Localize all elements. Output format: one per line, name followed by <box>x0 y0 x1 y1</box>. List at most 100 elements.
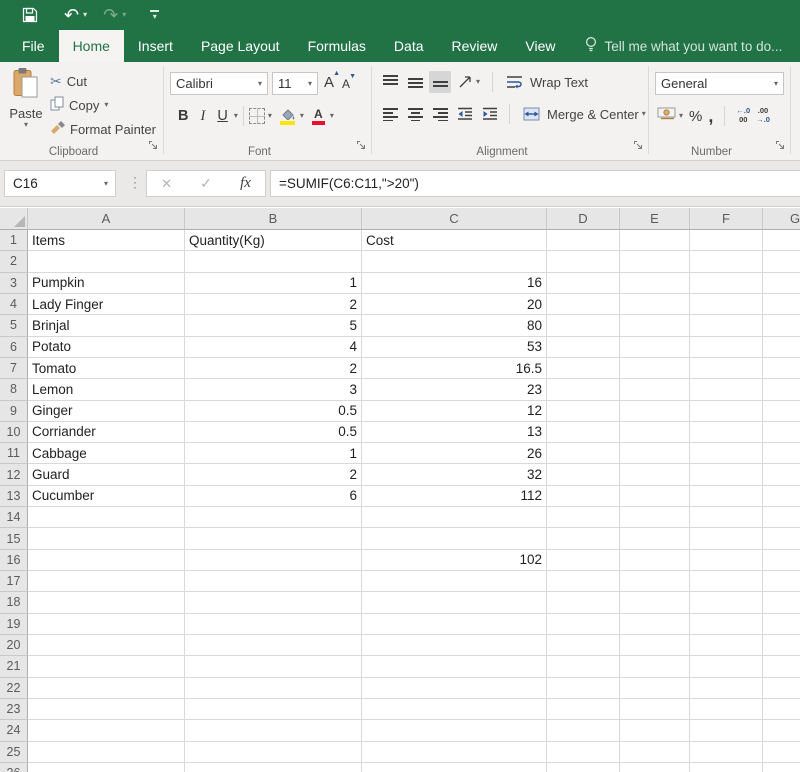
row-header-23[interactable]: 23 <box>0 698 28 721</box>
cancel-icon[interactable]: ✕ <box>161 176 172 192</box>
cell-E12[interactable] <box>620 464 690 486</box>
cell-D7[interactable] <box>547 357 620 380</box>
cell-D21[interactable] <box>547 656 620 678</box>
row-header-7[interactable]: 7 <box>0 357 28 380</box>
row-header-16[interactable]: 16 <box>0 549 28 571</box>
cell-C17[interactable] <box>362 571 547 593</box>
cell-C15[interactable] <box>362 528 547 550</box>
cell-B23[interactable] <box>185 698 362 721</box>
cell-C13[interactable]: 112 <box>362 485 547 508</box>
cell-C26[interactable] <box>362 762 547 772</box>
customize-quick-access-toolbar-icon[interactable]: ▾ <box>150 9 160 21</box>
cell-A25[interactable] <box>28 741 185 763</box>
cell-E4[interactable] <box>620 293 690 316</box>
align-bottom-icon[interactable] <box>429 71 451 93</box>
cell-D16[interactable] <box>547 549 620 571</box>
cell-F1[interactable] <box>690 230 763 252</box>
cell-E25[interactable] <box>620 741 690 763</box>
cell-C8[interactable]: 23 <box>362 379 547 401</box>
cell-C25[interactable] <box>362 741 547 763</box>
cell-G8[interactable] <box>763 379 800 401</box>
cell-A2[interactable] <box>28 251 185 273</box>
cell-B18[interactable] <box>185 592 362 614</box>
cell-D8[interactable] <box>547 379 620 401</box>
font-color-caret-icon[interactable]: ▾ <box>330 112 334 120</box>
underline-button[interactable]: U <box>211 108 233 124</box>
cell-E17[interactable] <box>620 571 690 593</box>
cell-G18[interactable] <box>763 592 800 614</box>
cell-B7[interactable]: 2 <box>185 357 362 380</box>
tab-data[interactable]: Data <box>380 30 438 62</box>
orientation-icon[interactable]: ▾ <box>454 71 484 93</box>
cell-D10[interactable] <box>547 421 620 444</box>
cell-E23[interactable] <box>620 698 690 721</box>
cell-F13[interactable] <box>690 485 763 508</box>
cell-B15[interactable] <box>185 528 362 550</box>
cell-A8[interactable]: Lemon <box>28 379 185 401</box>
row-header-25[interactable]: 25 <box>0 741 28 763</box>
cell-G10[interactable] <box>763 422 800 444</box>
cell-A26[interactable] <box>28 762 185 772</box>
cell-B19[interactable] <box>185 613 362 635</box>
cell-E1[interactable] <box>620 230 690 252</box>
align-left-icon[interactable] <box>379 103 401 125</box>
cell-C4[interactable]: 20 <box>362 293 547 316</box>
cell-D25[interactable] <box>547 741 620 763</box>
cell-F26[interactable] <box>690 762 763 772</box>
cell-D1[interactable] <box>547 230 620 252</box>
cell-D5[interactable] <box>547 315 620 337</box>
cell-G3[interactable] <box>763 273 800 294</box>
cell-C20[interactable] <box>362 634 547 657</box>
comma-style-button[interactable]: , <box>708 107 713 125</box>
row-header-2[interactable]: 2 <box>0 251 28 273</box>
cell-D2[interactable] <box>547 251 620 273</box>
cell-D14[interactable] <box>547 507 620 529</box>
underline-caret-icon[interactable]: ▾ <box>234 112 238 120</box>
cell-A9[interactable]: Ginger <box>28 400 185 422</box>
decrease-font-size-icon[interactable]: A ▼ <box>342 73 356 91</box>
cell-A3[interactable]: Pumpkin <box>28 272 185 294</box>
fill-color-caret-icon[interactable]: ▾ <box>300 112 304 120</box>
cell-A24[interactable] <box>28 720 185 742</box>
row-header-14[interactable]: 14 <box>0 507 28 529</box>
cell-E8[interactable] <box>620 379 690 401</box>
cell-G9[interactable] <box>763 401 800 422</box>
cell-C22[interactable] <box>362 677 547 699</box>
cell-A16[interactable] <box>28 549 185 571</box>
row-header-19[interactable]: 19 <box>0 613 28 635</box>
decrease-decimal-icon[interactable]: .00 →.0 <box>756 107 770 124</box>
font-name-combo[interactable]: Calibri ▾ <box>170 72 268 95</box>
cell-E11[interactable] <box>620 443 690 465</box>
cell-D3[interactable] <box>547 272 620 294</box>
select-all-button[interactable] <box>0 208 28 230</box>
cell-A18[interactable] <box>28 592 185 614</box>
italic-button[interactable]: I <box>194 108 211 125</box>
cell-F4[interactable] <box>690 293 763 316</box>
wrap-text-label[interactable]: Wrap Text <box>530 75 588 90</box>
cell-C21[interactable] <box>362 656 547 678</box>
tell-me-box[interactable]: Tell me what you want to do... <box>584 30 782 62</box>
font-dialog-launcher-icon[interactable] <box>356 138 367 156</box>
cell-D20[interactable] <box>547 634 620 657</box>
cell-C18[interactable] <box>362 592 547 614</box>
cell-E26[interactable] <box>620 762 690 772</box>
insert-function-icon[interactable]: fx <box>240 175 251 192</box>
tab-insert[interactable]: Insert <box>124 30 187 62</box>
cell-F2[interactable] <box>690 251 763 273</box>
cell-D23[interactable] <box>547 698 620 721</box>
cell-A23[interactable] <box>28 698 185 721</box>
cell-E6[interactable] <box>620 336 690 358</box>
alignment-dialog-launcher-icon[interactable] <box>633 138 644 156</box>
cell-G16[interactable] <box>763 550 800 571</box>
cell-E15[interactable] <box>620 528 690 550</box>
align-top-icon[interactable] <box>379 71 401 93</box>
row-header-4[interactable]: 4 <box>0 293 28 316</box>
row-header-6[interactable]: 6 <box>0 336 28 358</box>
cell-G13[interactable] <box>763 486 800 508</box>
row-header-10[interactable]: 10 <box>0 421 28 444</box>
cell-G5[interactable] <box>763 315 800 337</box>
increase-font-size-icon[interactable]: A ▲ <box>324 70 340 91</box>
cell-G6[interactable] <box>763 337 800 358</box>
column-header-G[interactable]: G <box>763 208 800 230</box>
font-size-combo[interactable]: 11 ▾ <box>272 72 318 95</box>
